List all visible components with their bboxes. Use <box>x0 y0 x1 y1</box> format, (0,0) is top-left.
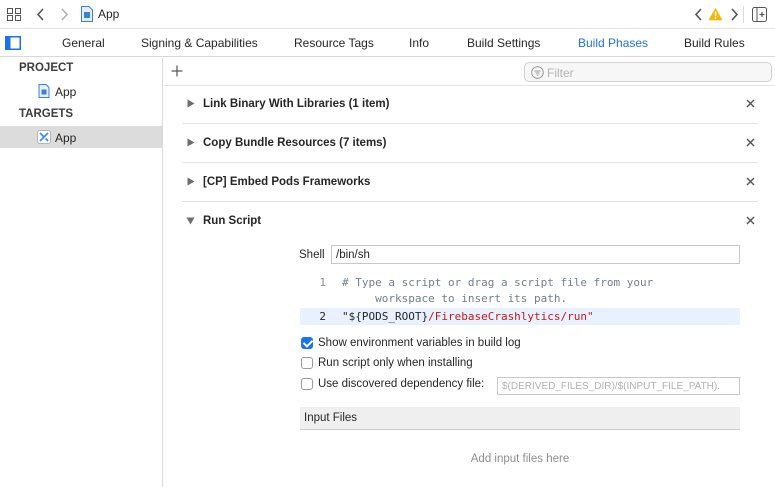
sidebar-item-project-app[interactable]: App <box>0 80 162 102</box>
file-icon <box>81 6 93 22</box>
chevron-right-icon[interactable] <box>56 6 72 23</box>
close-icon[interactable] <box>745 98 756 109</box>
tab-build-settings[interactable]: Build Settings <box>467 36 540 50</box>
shell-label: Shell <box>299 249 325 261</box>
build-phase-title: Run Script <box>203 215 262 227</box>
dependency-file-input[interactable] <box>497 377 740 395</box>
tab-build-phases[interactable]: Build Phases <box>578 36 648 50</box>
next-issue-chevron-icon[interactable] <box>727 6 741 23</box>
script-line-wrapped[interactable]: workspace to insert its path. <box>300 290 740 307</box>
script-code-plain: "${PODS_ROOT} <box>342 310 429 323</box>
script-comment-wrapped: workspace to insert its path. <box>342 292 568 305</box>
project-section-header: PROJECT <box>19 62 74 74</box>
run-only-when-installing-checkbox[interactable]: Run script only when installing <box>301 356 581 372</box>
build-phase-link-binary[interactable]: Link Binary With Libraries (1 item) <box>182 85 758 124</box>
sidebar-item-label: App <box>55 131 77 145</box>
build-phase-embed-pods-frameworks[interactable]: [CP] Embed Pods Frameworks <box>182 163 758 202</box>
filter-icon <box>531 66 544 79</box>
project-file-icon <box>38 84 50 98</box>
checkbox-label: Run script only when installing <box>318 357 473 369</box>
build-phases-editor: Link Binary With Libraries (1 item) Copy… <box>164 58 775 487</box>
script-comment: # Type a script or drag a script file fr… <box>342 276 654 289</box>
sidebar-item-label: App <box>55 85 77 99</box>
script-line-current[interactable]: 2 "${PODS_ROOT}/FirebaseCrashlytics/run" <box>300 308 740 325</box>
checkbox-checked[interactable] <box>301 337 313 349</box>
checkbox-label: Use discovered dependency file: <box>318 378 485 390</box>
warning-triangle-icon[interactable] <box>708 7 723 21</box>
toolbar-divider <box>743 6 744 23</box>
disclosure-triangle-right-icon[interactable] <box>187 138 195 147</box>
line-number: 1 <box>319 276 326 289</box>
targets-section-header: TARGETS <box>19 108 74 120</box>
tab-signing-capabilities[interactable]: Signing & Capabilities <box>141 36 258 50</box>
script-line[interactable]: 1 # Type a script or drag a script file … <box>300 274 740 291</box>
build-phase-title: Copy Bundle Resources (7 items) <box>203 137 387 149</box>
related-items-grid-icon[interactable] <box>7 8 21 21</box>
add-editor-icon[interactable] <box>752 7 767 22</box>
previous-issue-chevron-icon[interactable] <box>692 6 706 23</box>
sidebar-toggle-icon[interactable] <box>5 36 21 50</box>
disclosure-triangle-right-icon[interactable] <box>187 99 195 108</box>
shell-input[interactable] <box>331 245 740 264</box>
editor-title: App <box>98 7 120 21</box>
filter-input[interactable] <box>547 65 767 80</box>
script-code: "${PODS_ROOT}/FirebaseCrashlytics/run" <box>342 310 594 323</box>
input-files-header: Input Files <box>300 407 740 430</box>
app-target-icon <box>37 130 51 144</box>
project-target-sidebar: PROJECT App TARGETS App <box>0 58 163 487</box>
input-files-title: Input Files <box>304 412 358 424</box>
use-dependency-file-checkbox[interactable]: Use discovered dependency file: <box>301 377 491 393</box>
checkbox-unchecked[interactable] <box>301 357 313 369</box>
build-phase-copy-bundle-resources[interactable]: Copy Bundle Resources (7 items) <box>182 124 758 163</box>
show-env-vars-checkbox[interactable]: Show environment variables in build log <box>301 336 581 352</box>
build-phase-title: [CP] Embed Pods Frameworks <box>203 176 371 188</box>
sidebar-item-target-app[interactable]: App <box>0 126 162 148</box>
tab-general[interactable]: General <box>62 36 105 50</box>
window-toolbar: App <box>0 0 775 29</box>
disclosure-triangle-down-icon[interactable] <box>186 217 195 225</box>
tab-build-rules[interactable]: Build Rules <box>684 36 745 50</box>
close-icon[interactable] <box>745 137 756 148</box>
checkbox-label: Show environment variables in build log <box>318 337 521 349</box>
script-code-string: /FirebaseCrashlytics/run" <box>428 310 594 323</box>
add-build-phase-plus-icon[interactable] <box>171 65 183 77</box>
chevron-left-icon[interactable] <box>33 6 49 23</box>
filter-field[interactable] <box>524 62 772 82</box>
close-icon[interactable] <box>745 176 756 187</box>
input-files-empty-placeholder: Add input files here <box>470 453 570 465</box>
script-editor[interactable]: 1 # Type a script or drag a script file … <box>300 274 740 326</box>
line-number: 2 <box>319 310 326 323</box>
tab-resource-tags[interactable]: Resource Tags <box>294 36 374 50</box>
tab-info[interactable]: Info <box>409 36 429 50</box>
checkbox-unchecked[interactable] <box>301 378 313 390</box>
phases-filter-bar <box>164 58 775 86</box>
build-phase-run-script[interactable]: Run Script <box>182 202 758 241</box>
disclosure-triangle-right-icon[interactable] <box>187 177 195 186</box>
close-icon[interactable] <box>745 215 756 226</box>
editor-tab-bar: General Signing & Capabilities Resource … <box>0 29 775 57</box>
build-phase-title: Link Binary With Libraries (1 item) <box>203 98 390 110</box>
